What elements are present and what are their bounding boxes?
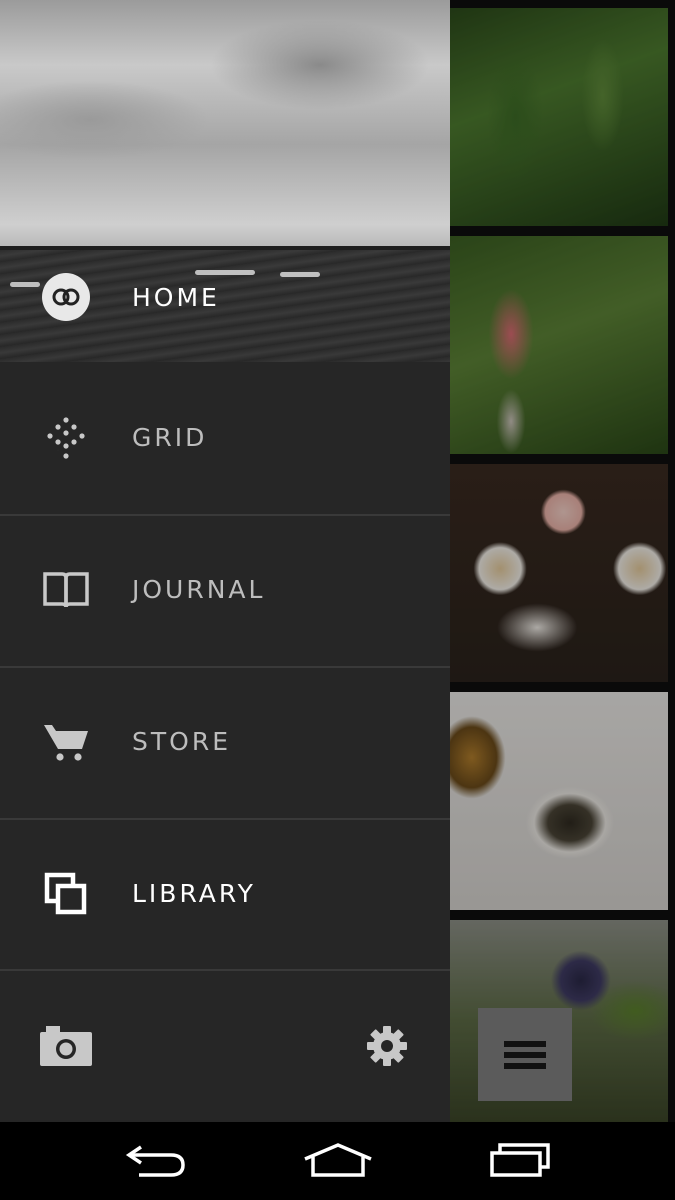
photo-thumbnail[interactable] <box>450 236 668 454</box>
photo-strip <box>450 0 675 1122</box>
nav-item-grid[interactable]: GRID <box>0 362 450 513</box>
back-button[interactable] <box>115 1136 195 1186</box>
system-navigation-bar <box>0 1122 675 1200</box>
cart-icon <box>40 716 92 768</box>
nav-item-store[interactable]: STORE <box>0 666 450 817</box>
photo-thumbnail[interactable] <box>450 8 668 226</box>
recents-icon <box>490 1143 550 1177</box>
nav-label-home: HOME <box>132 282 220 312</box>
back-arrow-icon <box>125 1145 185 1177</box>
vsco-logo-icon <box>40 271 92 323</box>
home-icon <box>304 1143 372 1177</box>
nav-item-library[interactable]: LIBRARY <box>0 818 450 969</box>
gear-icon[interactable] <box>366 1025 408 1067</box>
nav-item-journal[interactable]: JOURNAL <box>0 514 450 665</box>
menu-toggle-button[interactable] <box>478 1008 572 1101</box>
nav-item-home[interactable]: HOME <box>0 222 450 372</box>
book-icon <box>40 564 92 616</box>
home-button[interactable] <box>298 1136 378 1186</box>
camera-icon[interactable] <box>40 1026 92 1066</box>
nav-label-journal: JOURNAL <box>132 575 266 604</box>
hamburger-icon <box>504 1036 546 1074</box>
recents-button[interactable] <box>480 1136 560 1186</box>
drawer-bottom-bar <box>0 970 450 1122</box>
nav-label-store: STORE <box>132 727 231 756</box>
navigation-drawer: HOME GRID JOURNAL STORE LIBRARY <box>0 0 450 1122</box>
photo-thumbnail[interactable] <box>450 464 668 682</box>
nav-label-library: LIBRARY <box>132 879 256 908</box>
grid-dots-icon <box>40 412 92 464</box>
nav-label-grid: GRID <box>132 423 208 452</box>
photo-thumbnail[interactable] <box>450 692 668 910</box>
library-icon <box>40 868 92 920</box>
